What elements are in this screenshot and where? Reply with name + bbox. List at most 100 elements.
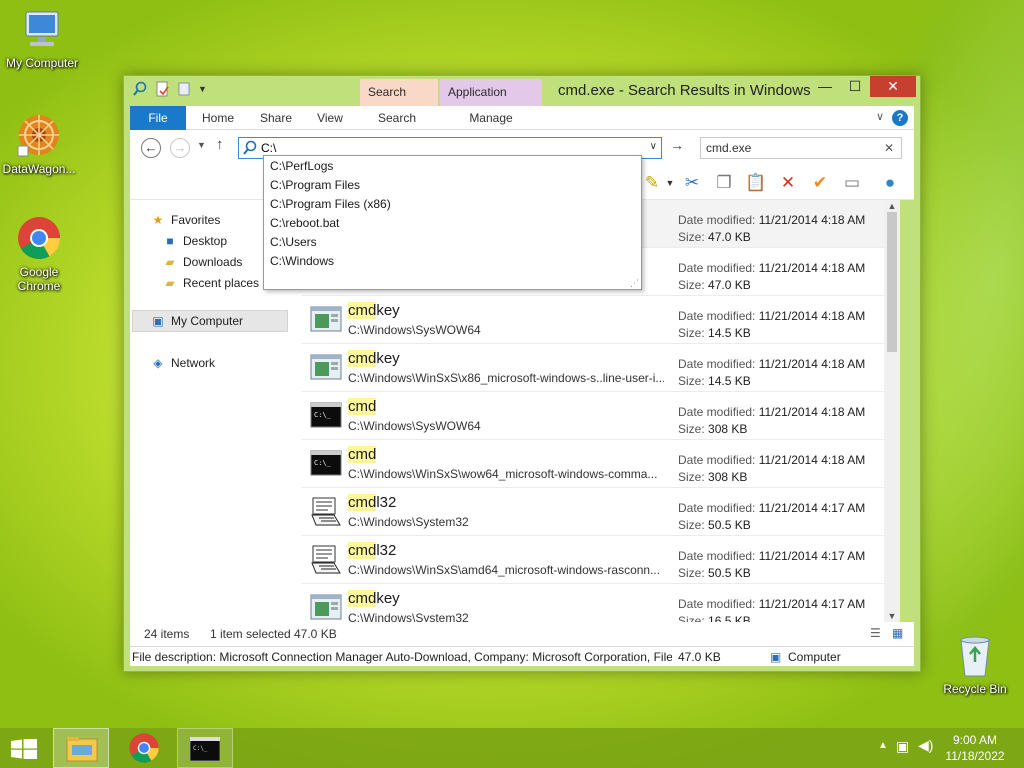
result-meta: Date modified: 11/21/2014 4:17 AM Size: 1… xyxy=(678,596,865,622)
suggestion-item[interactable]: C:\reboot.bat xyxy=(270,214,339,233)
result-row[interactable]: cmdkey C:\Windows\WinSxS\x86_microsoft-wi… xyxy=(302,344,884,392)
result-path: C:\Windows\WinSxS\x86_microsoft-windows-… xyxy=(348,371,664,385)
close-button[interactable]: ✕ xyxy=(870,76,916,97)
result-name: cmdl32 xyxy=(348,542,396,559)
help-icon[interactable]: ? xyxy=(892,110,908,126)
context-tab-search-tools[interactable]: Search Tools xyxy=(360,79,438,126)
suggestion-item[interactable]: C:\Program Files (x86) xyxy=(270,195,391,214)
delete-icon[interactable]: ✕ xyxy=(776,172,800,194)
phone-dialer-icon xyxy=(310,497,342,526)
nav-recent-places[interactable]: ▰ Recent places xyxy=(162,273,259,293)
result-name: cmdkey xyxy=(348,302,400,319)
chevron-down-icon[interactable]: ▼ xyxy=(658,172,682,194)
desktop-icon: ■ xyxy=(166,234,174,248)
result-row[interactable]: C:\_ cmd C:\Windows\SysWOW64 Date modified:… xyxy=(302,392,884,440)
scroll-up-icon[interactable]: ▲ xyxy=(884,200,900,212)
clear-search-icon[interactable]: ✕ xyxy=(884,141,894,155)
scroll-down-icon[interactable]: ▼ xyxy=(884,610,900,622)
search-box[interactable]: ✕ xyxy=(700,137,902,159)
result-row[interactable]: cmdl32 C:\Windows\WinSxS\amd64_microsoft-… xyxy=(302,536,884,584)
paste-icon[interactable]: 📋 xyxy=(744,172,768,194)
taskbar-file-explorer[interactable] xyxy=(53,728,109,768)
show-hidden-icons-icon[interactable]: ▲ xyxy=(878,740,888,751)
size-label: Size: xyxy=(678,518,705,532)
date-value: 11/21/2014 4:18 AM xyxy=(758,357,866,371)
search-input[interactable] xyxy=(706,140,876,156)
size-label: Size: xyxy=(678,566,705,580)
result-row[interactable]: cmdkey C:\Windows\System32 Date modified: … xyxy=(302,584,884,622)
expand-ribbon-icon[interactable]: ∨ xyxy=(876,110,884,123)
result-name: cmd xyxy=(348,398,377,415)
start-button[interactable] xyxy=(0,728,46,768)
date-value: 11/21/2014 4:18 AM xyxy=(758,213,866,227)
network-status-icon[interactable]: ▣ xyxy=(896,738,909,755)
caption-buttons: — ☐ ✕ xyxy=(810,76,916,97)
desktop-icon-my-computer[interactable]: My Computer xyxy=(0,10,84,70)
taskbar-chrome[interactable] xyxy=(116,728,172,768)
match-highlight: cmd xyxy=(348,398,377,415)
location-label: Computer xyxy=(788,650,841,664)
tab-share[interactable]: Share xyxy=(250,106,302,130)
tab-view[interactable]: View xyxy=(306,106,354,130)
nav-desktop[interactable]: ■ Desktop xyxy=(162,231,227,251)
nav-downloads[interactable]: ▰ Downloads xyxy=(162,252,242,272)
globe-icon[interactable]: ● xyxy=(878,172,902,194)
address-input[interactable] xyxy=(261,140,631,156)
tab-home[interactable]: Home xyxy=(192,106,244,130)
title-bar[interactable]: ▼ Search Tools Application Tools cmd.exe… xyxy=(124,76,920,126)
nav-favorites[interactable]: ★ Favorites xyxy=(150,210,221,230)
result-row[interactable]: C:\_ cmd C:\Windows\WinSxS\wow64_microsoft… xyxy=(302,440,884,488)
size-value: 50.5 KB xyxy=(708,518,751,532)
size-value: 14.5 KB xyxy=(708,374,751,388)
tab-manage[interactable]: Manage xyxy=(460,106,522,130)
suggestion-item[interactable]: C:\Windows xyxy=(270,252,334,271)
result-row[interactable]: cmdl32 C:\Windows\System32 Date modified: … xyxy=(302,488,884,536)
nav-my-computer[interactable]: ▣ My Computer xyxy=(150,311,243,331)
new-folder-icon[interactable] xyxy=(176,81,192,97)
cut-icon[interactable]: ✂ xyxy=(680,172,704,194)
back-button[interactable]: ← xyxy=(141,138,161,158)
details-bar: File description: Microsoft Connection M… xyxy=(130,646,914,666)
copy-icon[interactable]: ❐ xyxy=(712,172,736,194)
nav-network[interactable]: ◈ Network xyxy=(150,353,215,373)
tab-search[interactable]: Search xyxy=(368,106,426,130)
properties-icon[interactable] xyxy=(154,81,170,97)
taskbar-command-prompt[interactable]: C:\_ xyxy=(177,728,233,768)
date-value: 11/21/2014 4:17 AM xyxy=(758,597,866,611)
results-scrollbar[interactable]: ▲ ▼ xyxy=(884,200,900,622)
go-button[interactable]: → xyxy=(670,137,684,153)
desktop-icon-google-chrome[interactable]: Google Chrome xyxy=(0,215,81,293)
clock[interactable]: 9:00 AM 11/18/2022 xyxy=(940,732,1010,764)
minimize-button[interactable]: — xyxy=(810,76,840,97)
details-view-icon[interactable]: ☰ xyxy=(870,626,881,640)
address-dropdown-icon[interactable]: ∨ xyxy=(650,141,657,152)
console-icon: C:\_ xyxy=(190,737,220,761)
tab-file[interactable]: File xyxy=(130,106,186,130)
chevron-down-icon[interactable]: ▼ xyxy=(198,81,208,97)
result-row[interactable]: cmdkey C:\Windows\SysWOW64 Date modified: … xyxy=(302,296,884,344)
suggestion-item[interactable]: C:\Program Files xyxy=(270,176,360,195)
suggestion-item[interactable]: C:\Users xyxy=(270,233,317,252)
desktop-icon-recycle-bin[interactable]: Recycle Bin xyxy=(933,632,1017,696)
suggestion-item[interactable]: C:\PerfLogs xyxy=(270,157,333,176)
scroll-thumb[interactable] xyxy=(887,212,897,352)
up-button[interactable]: ↑ xyxy=(216,136,224,153)
recent-places-icon: ▰ xyxy=(165,276,175,290)
rename-icon[interactable]: ▭ xyxy=(840,172,864,194)
context-tab-application-tools[interactable]: Application Tools xyxy=(440,79,542,126)
forward-button[interactable]: → xyxy=(170,138,190,158)
size-value: 308 KB xyxy=(708,422,748,436)
name-suffix: key xyxy=(376,302,400,319)
maximize-button[interactable]: ☐ xyxy=(840,76,870,97)
resize-grip-icon[interactable]: ⋰ xyxy=(630,278,639,289)
search-icon[interactable] xyxy=(132,81,148,97)
check-icon[interactable]: ✔ xyxy=(808,172,832,194)
desktop-icon-datawagon[interactable]: DataWagon... xyxy=(0,112,81,176)
system-tray: ▲ ▣ ◀) 9:00 AM 11/18/2022 xyxy=(864,728,1024,768)
name-suffix: l32 xyxy=(376,542,397,559)
recent-locations-icon[interactable]: ▼ xyxy=(197,140,206,150)
large-icons-view-icon[interactable]: ▦ xyxy=(892,626,903,640)
address-suggestions: C:\PerfLogs C:\Program Files C:\Program … xyxy=(263,155,642,290)
result-name: cmd xyxy=(348,446,377,463)
volume-icon[interactable]: ◀) xyxy=(918,737,933,754)
